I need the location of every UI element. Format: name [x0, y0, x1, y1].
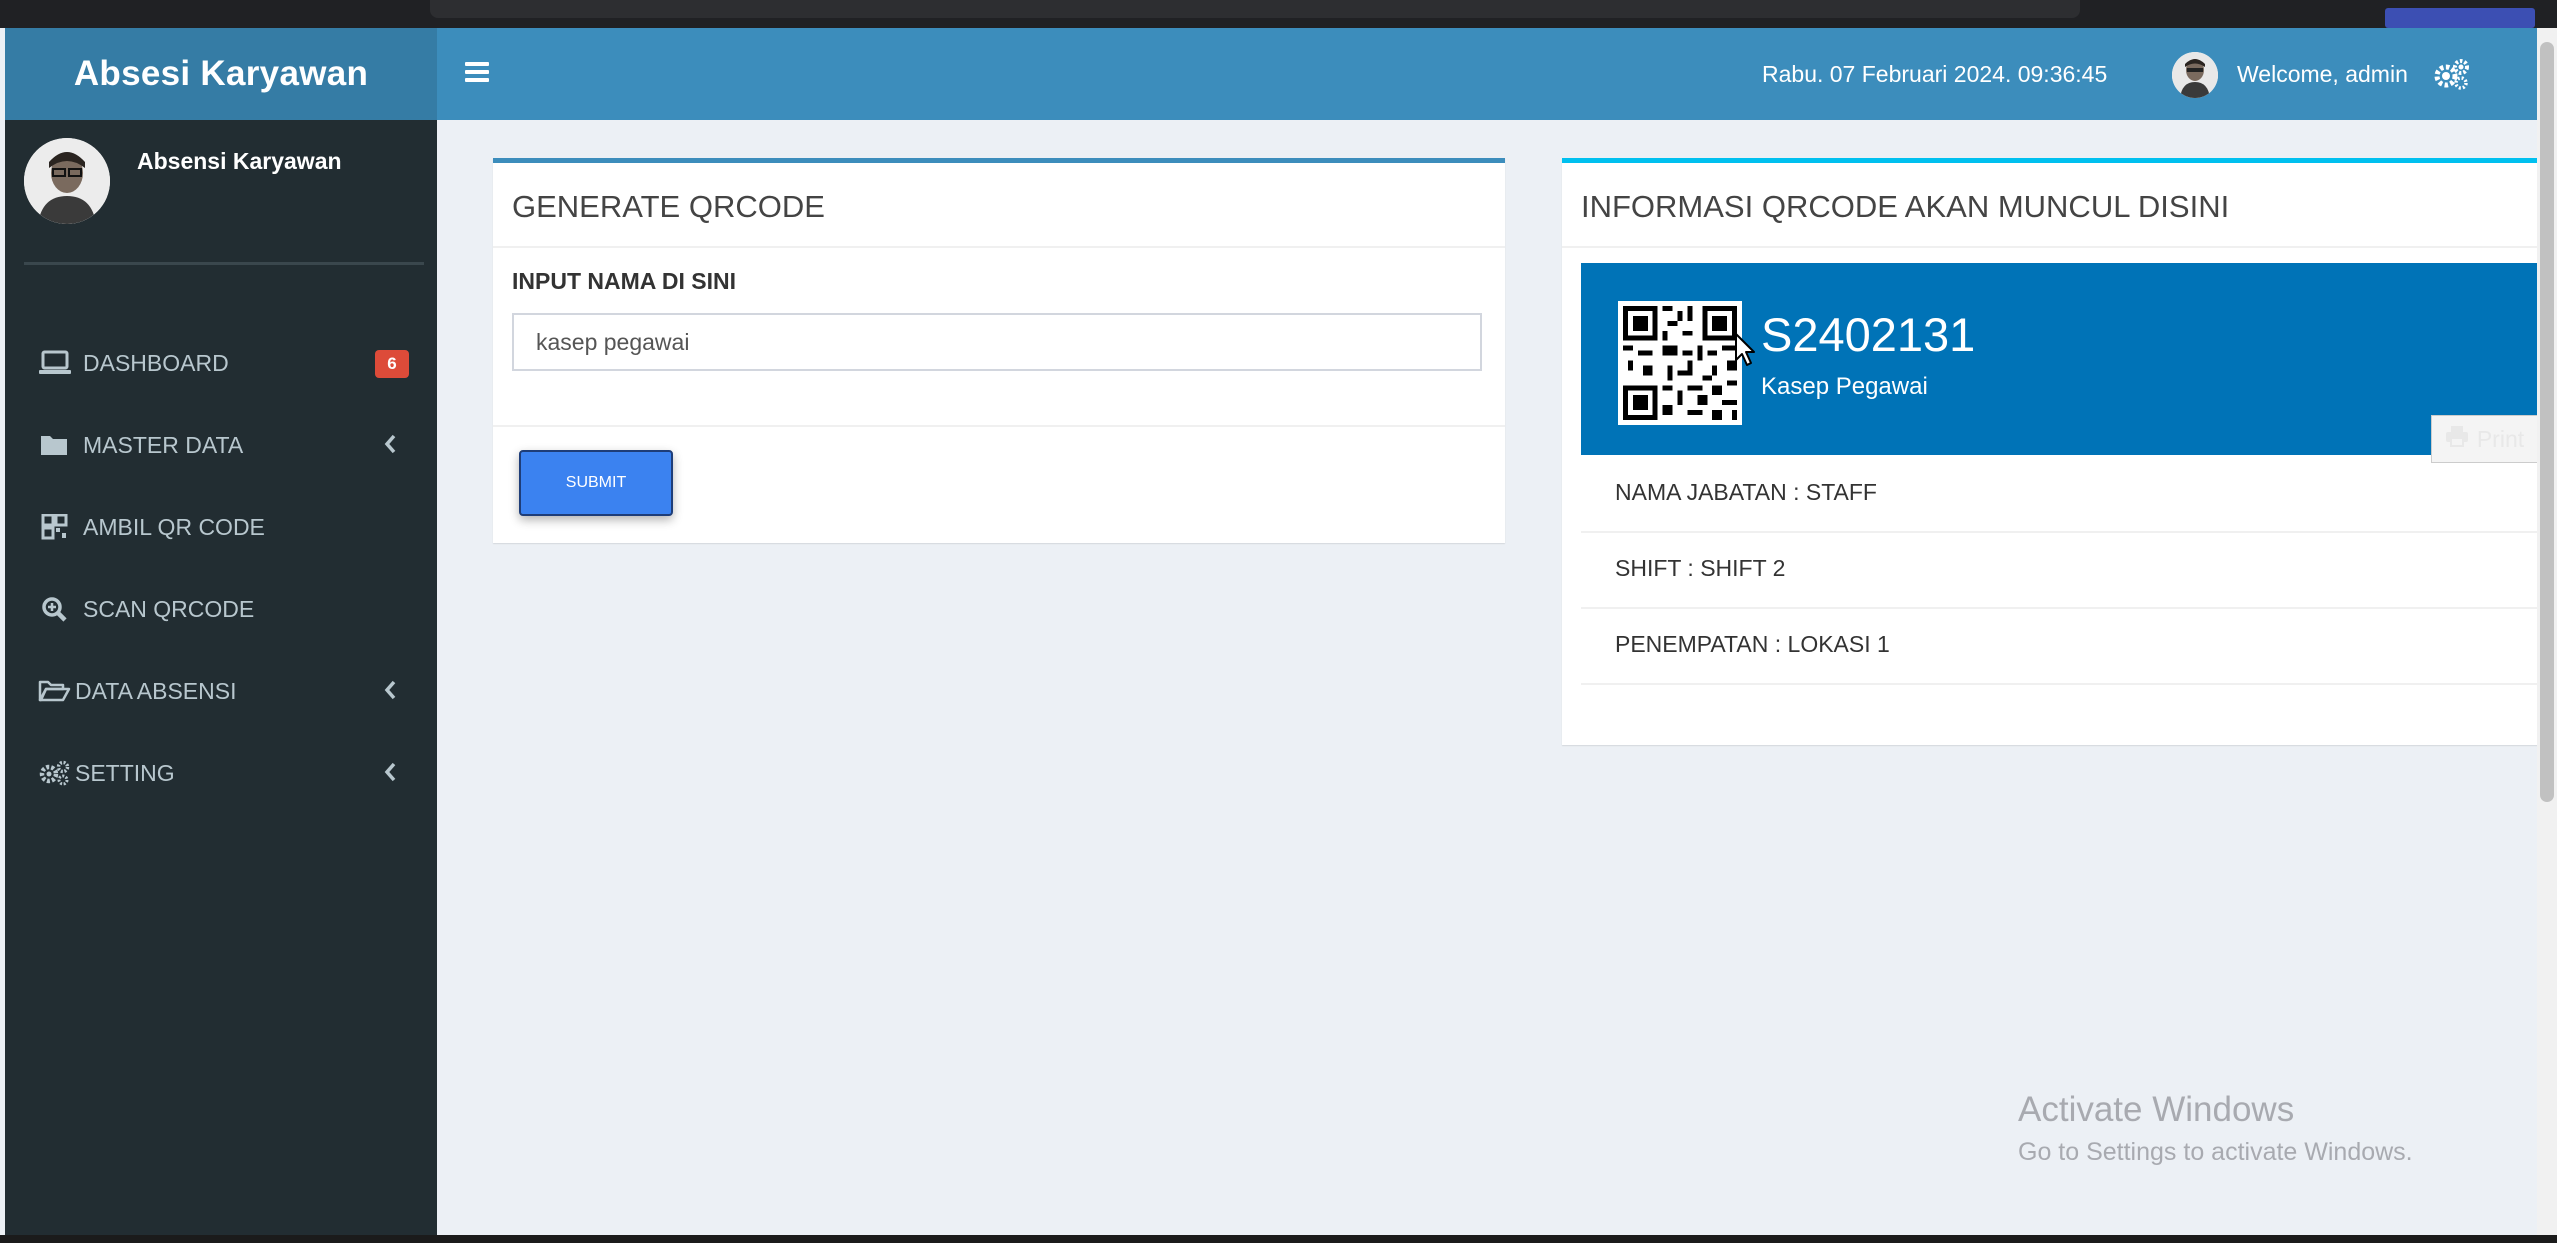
address-bar[interactable]: [430, 0, 2080, 18]
print-label: Print: [2476, 425, 2525, 452]
list-item: PENEMPATAN : LOKASI 1: [1581, 607, 2542, 685]
list-item: NAMA JABATAN : STAFF: [1581, 455, 2542, 533]
qrcode-icon: [38, 513, 72, 540]
app-logo[interactable]: Absesi Karyawan: [5, 28, 437, 120]
sidebar-item-label: SCAN QRCODE: [83, 595, 255, 622]
folder-icon: [38, 432, 72, 458]
qrcode-card: S2402131 Kasep Pegawai Print: [1581, 263, 2542, 463]
gears-icon: [38, 760, 72, 786]
qrcode-id: S2402131: [1761, 308, 1976, 361]
name-field-label: INPUT NAMA DI SINI: [512, 268, 737, 294]
sidebar-item-data-absensi[interactable]: DATA ABSENSI: [5, 656, 437, 726]
sidebar-item-setting[interactable]: SETTING: [5, 738, 437, 808]
page-scrollbar[interactable]: [2537, 28, 2557, 1235]
shift-text: SHIFT : SHIFT 2: [1615, 555, 1786, 581]
sidebar-item-label: DASHBOARD: [83, 349, 229, 376]
name-input[interactable]: [512, 313, 1482, 371]
chevron-left-icon: [383, 433, 397, 455]
panel-title: INFORMASI QRCODE AKAN MUNCUL DISINI: [1581, 189, 2230, 224]
mouse-cursor-icon: [1734, 332, 1758, 368]
menu-toggle-icon[interactable]: [465, 58, 489, 88]
divider: [1562, 246, 2542, 248]
sidebar-item-scan-qrcode[interactable]: SCAN QRCODE: [5, 574, 437, 644]
avatar[interactable]: [2172, 52, 2218, 98]
sidebar-user-name: Absensi Karyawan: [137, 148, 342, 174]
sidebar-item-label: DATA ABSENSI: [75, 677, 237, 704]
job-title-text: NAMA JABATAN : STAFF: [1615, 479, 1877, 505]
divider: [493, 425, 1505, 427]
sidebar-item-label: AMBIL QR CODE: [83, 513, 265, 540]
avatar: [24, 138, 110, 224]
sidebar-item-label: SETTING: [75, 759, 175, 786]
sidebar-item-ambil-qr-code[interactable]: AMBIL QR CODE: [5, 492, 437, 562]
generate-qrcode-panel: GENERATE QRCODE INPUT NAMA DI SINI SUBMI…: [493, 158, 1505, 543]
taskbar: [0, 1235, 2557, 1243]
chevron-left-icon: [383, 761, 397, 783]
notification-badge: 6: [375, 350, 409, 378]
browser-extension-area[interactable]: [2385, 8, 2535, 28]
scrollbar-thumb[interactable]: [2540, 42, 2554, 802]
browser-chrome: [0, 0, 2557, 28]
sidebar-item-dashboard[interactable]: DASHBOARD 6: [5, 328, 437, 398]
panel-title: GENERATE QRCODE: [512, 189, 825, 224]
sidebar-item-master-data[interactable]: MASTER DATA: [5, 410, 437, 480]
sidebar: Absensi Karyawan DASHBOARD 6 MASTER DATA: [5, 120, 437, 1235]
location-text: PENEMPATAN : LOKASI 1: [1615, 631, 1890, 657]
divider: [24, 262, 424, 265]
qrcode-image: [1618, 301, 1742, 425]
divider: [493, 246, 1505, 248]
employee-name: Kasep Pegawai: [1761, 373, 1928, 400]
search-plus-icon: [38, 596, 72, 622]
gears-icon[interactable]: [2432, 56, 2472, 92]
folder-open-icon: [38, 678, 72, 704]
submit-button[interactable]: SUBMIT: [519, 450, 673, 516]
welcome-user[interactable]: Welcome, admin: [2237, 28, 2408, 120]
windows-activation-title: Activate Windows: [2018, 1090, 2295, 1129]
laptop-icon: [38, 350, 72, 376]
list-item: SHIFT : SHIFT 2: [1581, 531, 2542, 609]
chevron-left-icon: [383, 679, 397, 701]
sidebar-item-label: MASTER DATA: [83, 431, 244, 458]
windows-activation-subtitle: Go to Settings to activate Windows.: [2018, 1138, 2413, 1166]
top-navbar: Rabu. 07 Februari 2024. 09:36:45 Welcome…: [437, 28, 2537, 120]
print-icon: [2445, 425, 2469, 453]
current-datetime: Rabu. 07 Februari 2024. 09:36:45: [1762, 61, 2108, 87]
qrcode-info-panel: INFORMASI QRCODE AKAN MUNCUL DISINI S240…: [1562, 158, 2542, 745]
